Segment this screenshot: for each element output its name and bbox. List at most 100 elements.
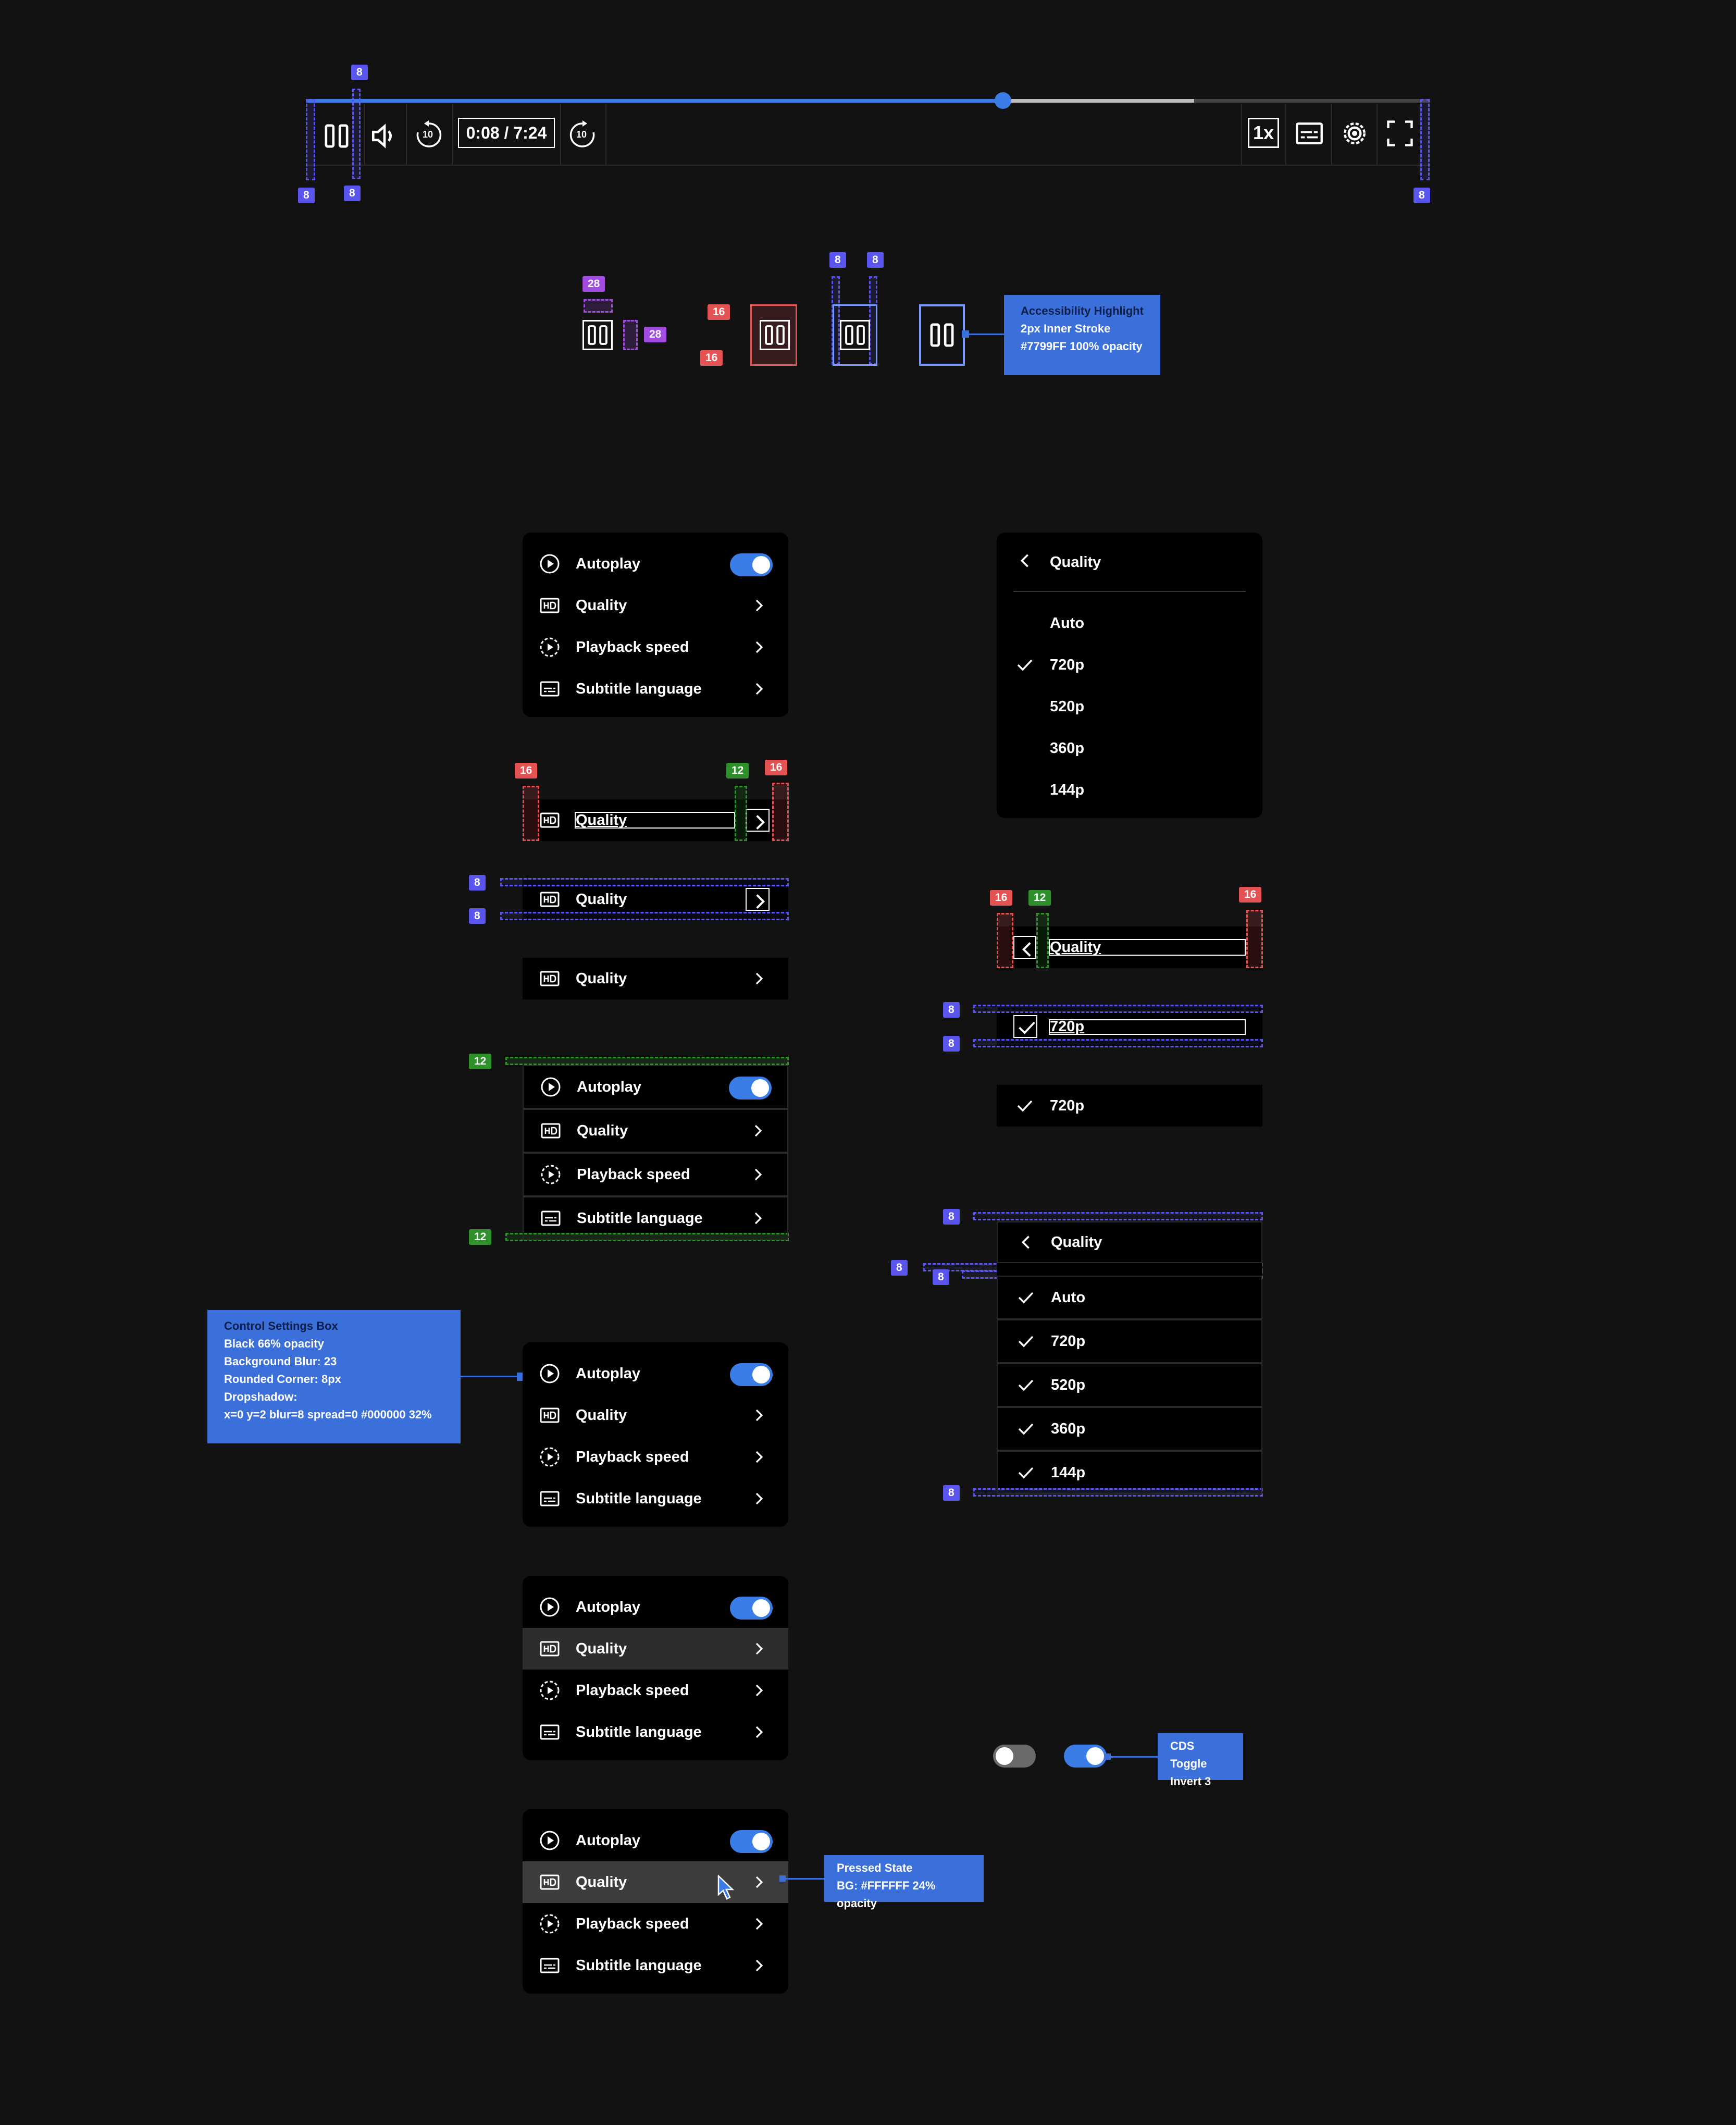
menu-item-label: Autoplay [577,1079,642,1095]
note-dot [779,1875,786,1882]
spacing-badge: 28 [644,327,667,342]
quality-option[interactable]: 520p [997,686,1262,727]
menu-item-playback-speed[interactable]: Playback speed [523,1903,788,1945]
check-icon [1016,1288,1035,1307]
playback-speed-icon [539,637,560,658]
row-plain[interactable]: Quality [523,958,788,999]
spacing-badge: 8 [351,65,368,80]
autoplay-toggle[interactable] [730,1597,773,1620]
spacing-guide [1036,913,1049,968]
menu-item-subtitle-language[interactable]: Subtitle language [523,1711,788,1753]
menu-item-label: Playback speed [577,1166,690,1183]
menu-item-autoplay[interactable]: Autoplay [523,1820,788,1861]
time-current: 0:08 [466,123,500,142]
menu-item-playback-speed[interactable]: Playback speed [523,1436,788,1478]
chevron-left-icon [1016,1233,1035,1252]
menu-item-subtitle-language[interactable]: Subtitle language [523,1478,788,1519]
spacing-badge: 16 [765,760,788,775]
spacing-badge: 16 [990,890,1013,906]
row-label: Quality [576,891,627,908]
chevron-right-icon [751,639,767,656]
menu-item-quality-hover[interactable]: Quality [523,1628,788,1670]
hd-icon [539,1638,560,1659]
menu-item-quality-pressed[interactable]: Quality [523,1861,788,1903]
menu-item-playback-speed[interactable]: Playback speed [523,626,788,668]
quality-option-plain[interactable]: 720p [997,1085,1262,1127]
pause-icon [926,319,958,351]
chevron-right-icon [751,1874,767,1891]
quality-menu-header[interactable]: Quality [997,533,1262,592]
play-circle-icon [539,553,560,574]
autoplay-toggle[interactable] [730,1830,773,1853]
playback-speed-icon [540,1164,561,1185]
toggle-note: CDS Toggle Invert 3 [1158,1733,1243,1788]
autoplay-toggle[interactable] [730,1363,773,1386]
note-connector [782,1878,825,1880]
skip-back-button[interactable]: 10 [413,119,445,151]
quality-option-label: 520p [1051,1377,1086,1393]
quality-option[interactable]: Auto [997,602,1262,644]
chevron-right-icon [747,810,768,831]
toggle-off[interactable] [993,1745,1036,1768]
note-dot [1105,1753,1111,1760]
option-label: 720p [1050,1018,1085,1035]
quality-option-label: 520p [1050,698,1085,715]
captions-button[interactable] [1294,118,1325,149]
pause-button-spec [760,320,790,350]
autoplay-toggle[interactable] [729,1077,772,1099]
spacing-badge: 12 [469,1229,492,1245]
quality-option[interactable]: 360p [997,1407,1262,1451]
speed-button[interactable]: 1x [1248,118,1279,148]
skip-forward-button[interactable]: 10 [566,119,599,151]
spacing-badge: 8 [298,188,315,203]
chevron-right-icon [750,1210,766,1227]
toggle-knob [996,1747,1013,1765]
quality-option[interactable]: 144p [997,769,1262,811]
menu-item-quality[interactable]: Quality [523,1109,788,1153]
quality-option[interactable]: 144p [997,1451,1262,1494]
pause-button-focus[interactable] [919,304,965,366]
progress-thumb[interactable] [994,92,1011,109]
quality-menu: Quality Auto 720p 520p 360p 144p [997,533,1262,818]
toggle-on[interactable] [1064,1745,1107,1768]
menu-item-autoplay[interactable]: Autoplay [523,1586,788,1628]
fullscreen-button[interactable] [1384,118,1416,149]
quality-option[interactable]: 360p [997,727,1262,769]
menu-item-label: Playback speed [576,1449,689,1465]
menu-item-subtitle-language[interactable]: Subtitle language [523,1945,788,1986]
player-control-bar: 10 0:08 / 7:24 10 1x [306,92,1430,166]
quality-option[interactable]: 520p [997,1363,1262,1407]
quality-option-label: Auto [1051,1289,1086,1306]
menu-item-subtitle-language[interactable]: Subtitle language [523,668,788,710]
settings-button[interactable] [1339,118,1370,149]
quality-option[interactable]: Auto [997,1276,1262,1319]
quality-option[interactable]: 720p [997,1319,1262,1363]
menu-item-label: Subtitle language [576,681,702,697]
volume-button[interactable] [368,120,401,152]
row-label: Quality [576,812,627,829]
menu-item-playback-speed[interactable]: Playback speed [523,1153,788,1196]
note-line: Black 66% opacity [224,1337,324,1350]
menu-item-quality[interactable]: Quality [523,1394,788,1436]
quality-menu-header[interactable]: Quality [997,1221,1262,1263]
menu-item-label: Quality [576,597,627,614]
settings-menu: Autoplay Quality Playback speed Subtitle… [523,1342,788,1527]
menu-item-autoplay[interactable]: Autoplay [523,1065,788,1109]
quality-option-selected[interactable]: 720p [997,644,1262,686]
spacing-guide [1246,910,1263,968]
menu-item-playback-speed[interactable]: Playback speed [523,1670,788,1711]
menu-item-autoplay[interactable]: Autoplay [523,1353,788,1394]
divider [605,104,606,165]
progress-track[interactable] [306,92,1430,109]
menu-item-subtitle-language[interactable]: Subtitle language [523,1196,788,1240]
divider [1241,104,1242,165]
menu-item-label: Autoplay [576,1365,641,1382]
autoplay-toggle[interactable] [730,553,773,576]
pause-button[interactable] [320,120,353,152]
menu-item-quality[interactable]: Quality [523,585,788,626]
menu-item-label: Autoplay [576,1832,641,1849]
spacing-badge: 28 [582,276,605,292]
menu-item-label: Autoplay [576,1599,641,1615]
spacing-badge: 12 [726,763,749,779]
menu-item-autoplay[interactable]: Autoplay [523,543,788,585]
